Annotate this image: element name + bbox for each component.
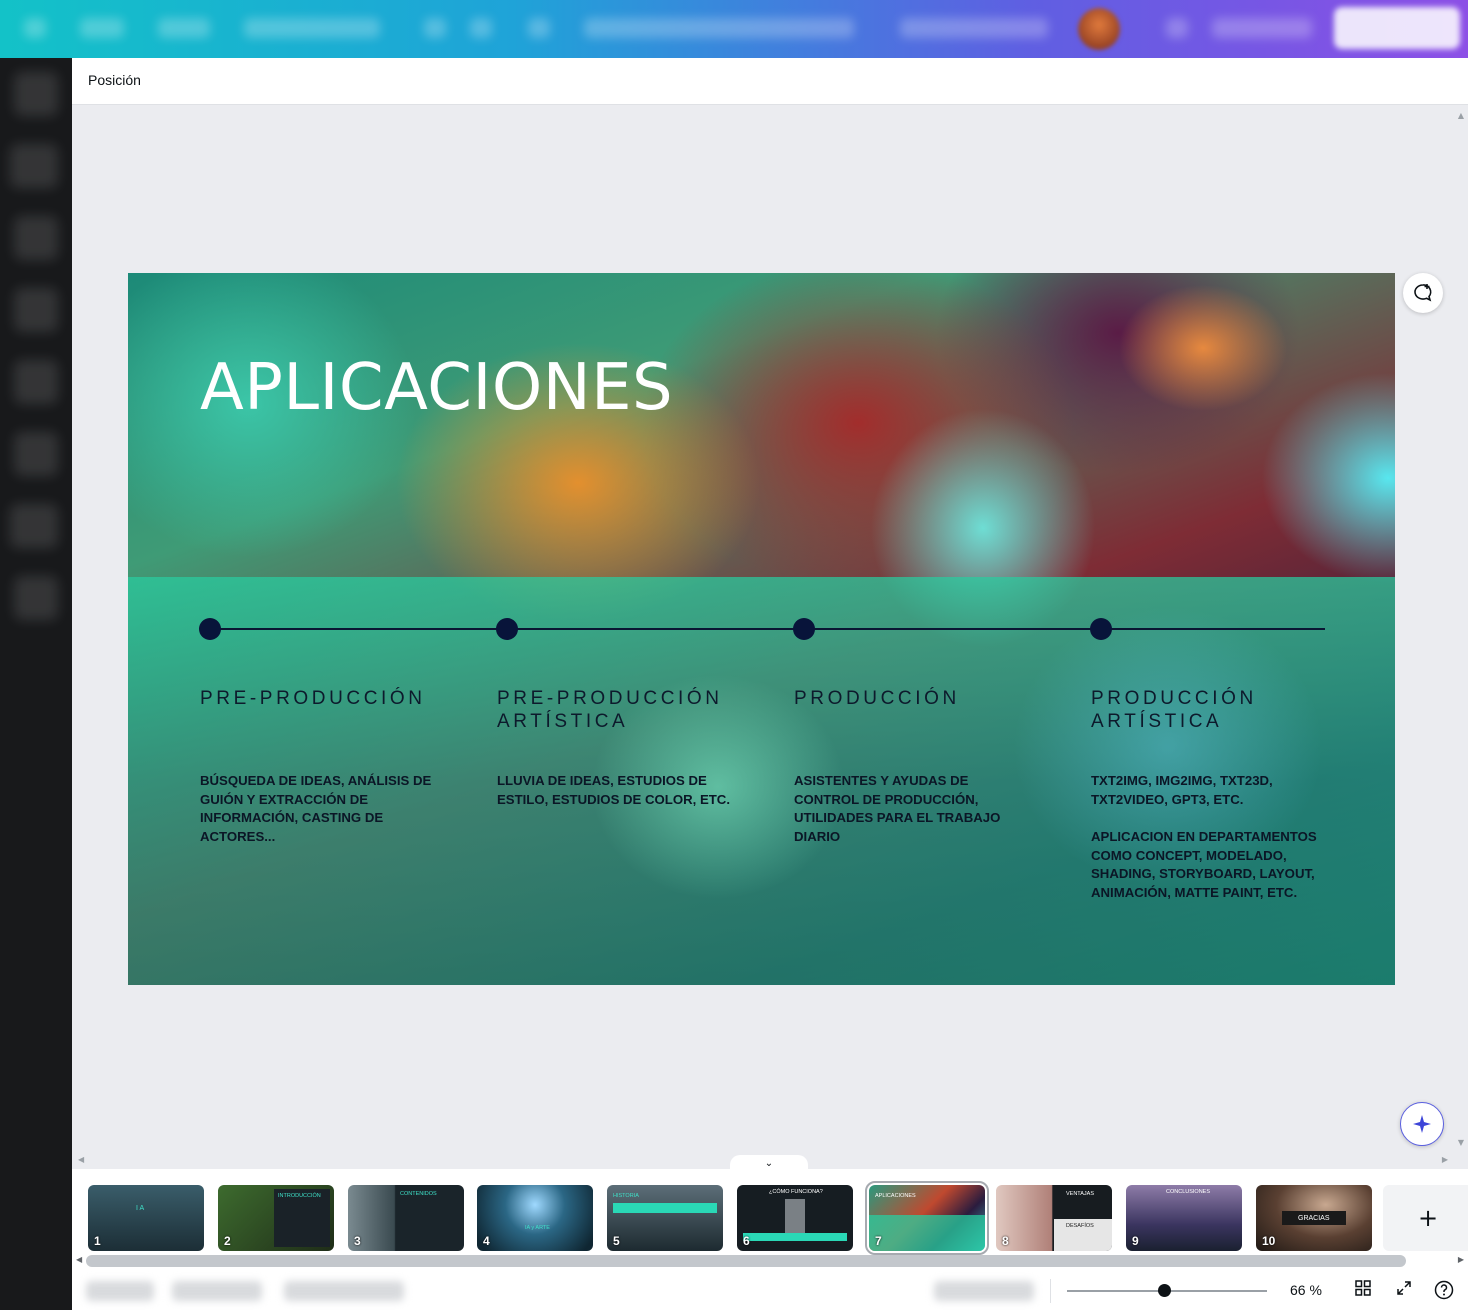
column-title[interactable]: PRE-PRODUCCIÓN: [200, 687, 460, 710]
page-number: 10: [1262, 1234, 1276, 1248]
page-number: 5: [613, 1234, 620, 1248]
page-strip: I A 1 INTRODUCCIÓN 2 CONTENIDOS 3 IA y A…: [72, 1169, 1468, 1271]
undo-icon[interactable]: [424, 18, 446, 38]
sidebar-item-brand[interactable]: [14, 288, 58, 332]
timeline-dot: [496, 618, 518, 640]
page-number: 8: [1002, 1234, 1009, 1248]
present-button[interactable]: [1212, 18, 1312, 38]
zoom-level[interactable]: 66 %: [1290, 1282, 1322, 1298]
fullscreen-icon[interactable]: [1393, 1280, 1415, 1302]
file-menu[interactable]: [158, 18, 210, 38]
thumb-caption: INTRODUCCIÓN: [278, 1193, 321, 1199]
grid-view-icon[interactable]: [1352, 1280, 1374, 1302]
column-body[interactable]: APLICACION EN DEPARTAMENTOS COMO CONCEPT…: [1091, 828, 1331, 902]
page-strip-scrollbar[interactable]: [86, 1255, 1406, 1267]
slide-title[interactable]: APLICACIONES: [200, 351, 673, 425]
thumb-caption: DESAFÍOS: [1066, 1223, 1094, 1229]
page-number: 1: [94, 1234, 101, 1248]
page-thumb-9[interactable]: CONCLUSIONES 9: [1126, 1185, 1242, 1251]
plus-icon[interactable]: +: [1383, 1185, 1468, 1251]
left-sidebar: [0, 58, 72, 1310]
sparkle-icon[interactable]: [1400, 1102, 1444, 1146]
zoom-slider-handle[interactable]: [1158, 1284, 1171, 1297]
position-button[interactable]: Posición: [88, 72, 141, 88]
slide-7[interactable]: APLICACIONES PRE-PRODUCCIÓN PRE-PRODUCCI…: [128, 273, 1395, 985]
page-number: 9: [1132, 1234, 1139, 1248]
column-body[interactable]: ASISTENTES Y AYUDAS DE CONTROL DE PRODUC…: [794, 772, 1009, 846]
page-number: 7: [875, 1234, 882, 1248]
page-thumb-3[interactable]: CONTENIDOS 3: [348, 1185, 464, 1251]
page-thumb-2[interactable]: INTRODUCCIÓN 2: [218, 1185, 334, 1251]
page-number: 3: [354, 1234, 361, 1248]
notes-button[interactable]: [86, 1281, 154, 1301]
column-body[interactable]: LLUVIA DE IDEAS, ESTUDIOS DE ESTILO, EST…: [497, 772, 737, 809]
avatar[interactable]: [1078, 8, 1120, 50]
sidebar-item-apps[interactable]: [14, 576, 58, 620]
timeline-dot: [793, 618, 815, 640]
thumb-caption: I A: [136, 1205, 145, 1212]
document-title[interactable]: [584, 18, 854, 38]
column-body[interactable]: TXT2IMG, IMG2IMG, TXT23D, TXT2VIDEO, GPT…: [1091, 772, 1291, 809]
share-button[interactable]: [1334, 7, 1460, 49]
column-body[interactable]: BÚSQUEDA DE IDEAS, ANÁLISIS DE GUIÓN Y E…: [200, 772, 440, 846]
thumb-caption: ¿CÓMO FUNCIONA?: [769, 1189, 823, 1195]
duration-button[interactable]: [172, 1281, 262, 1301]
page-thumb-6[interactable]: ¿CÓMO FUNCIONA? 6: [737, 1185, 853, 1251]
sidebar-item-design[interactable]: [14, 72, 58, 116]
pro-trial-button[interactable]: [900, 18, 1048, 38]
page-thumb-4[interactable]: IA y ARTE 4: [477, 1185, 593, 1251]
sidebar-item-text[interactable]: [14, 216, 58, 260]
scroll-down-icon[interactable]: ▼: [1458, 1138, 1464, 1147]
sidebar-item-elements[interactable]: [10, 144, 58, 188]
scroll-left-icon[interactable]: ◀: [76, 1255, 82, 1264]
column-title[interactable]: PRODUCCIÓN: [794, 687, 1054, 710]
editor-canvas: ▲ ▼ APLICACIONES PRE-PRODUCCIÓN PRE-PROD…: [72, 105, 1468, 1153]
context-toolbar: Posición: [72, 58, 1468, 105]
add-user-icon[interactable]: [1166, 18, 1188, 38]
thumb-caption: IA y ARTE: [525, 1225, 550, 1231]
footer-bar: 66 %: [72, 1271, 1468, 1310]
page-counter: [934, 1281, 1034, 1301]
page-thumb-1[interactable]: I A 1: [88, 1185, 204, 1251]
page-number: 2: [224, 1234, 231, 1248]
timeline-line: [210, 628, 1325, 630]
scroll-right-icon[interactable]: ▶: [1442, 1155, 1448, 1164]
page-thumb-5[interactable]: HISTORIA 5: [607, 1185, 723, 1251]
timeline-dot: [199, 618, 221, 640]
column-title[interactable]: PRODUCCIÓN ARTÍSTICA: [1091, 687, 1291, 733]
scroll-right-icon[interactable]: ▶: [1458, 1255, 1464, 1264]
thumb-caption: CONTENIDOS: [400, 1191, 437, 1197]
sidebar-item-uploads[interactable]: [14, 360, 58, 404]
redo-icon[interactable]: [470, 18, 492, 38]
page-thumb-7[interactable]: APLICACIONES 7: [865, 1181, 989, 1255]
page-number: 4: [483, 1234, 490, 1248]
scroll-up-icon[interactable]: ▲: [1458, 111, 1464, 120]
top-bar: [0, 0, 1468, 58]
sidebar-item-draw[interactable]: [14, 432, 58, 476]
thumb-caption: CONCLUSIONES: [1166, 1189, 1211, 1195]
thumb-caption: HISTORIA: [613, 1193, 639, 1199]
sidebar-item-projects[interactable]: [10, 504, 58, 548]
scroll-left-icon[interactable]: ◀: [78, 1155, 84, 1164]
page-thumb-8[interactable]: VENTAJAS DESAFÍOS 8: [996, 1185, 1112, 1251]
page-number: 6: [743, 1234, 750, 1248]
thumb-caption: APLICACIONES: [875, 1193, 916, 1199]
thumb-caption: VENTAJAS: [1066, 1191, 1095, 1197]
cloud-icon[interactable]: [528, 18, 550, 38]
timer-button[interactable]: [284, 1281, 404, 1301]
column-title[interactable]: PRE-PRODUCCIÓN ARTÍSTICA: [497, 687, 737, 733]
thumb-caption: GRACIAS: [1298, 1215, 1330, 1222]
timeline-dot: [1090, 618, 1112, 640]
comment-add-icon[interactable]: [1403, 273, 1443, 313]
home-link[interactable]: [80, 18, 124, 38]
help-icon[interactable]: [1433, 1280, 1455, 1302]
page-thumb-10[interactable]: GRACIAS 10: [1256, 1185, 1372, 1251]
resize-menu[interactable]: [244, 18, 380, 38]
divider: [1050, 1279, 1051, 1303]
menu-icon[interactable]: [24, 18, 46, 38]
